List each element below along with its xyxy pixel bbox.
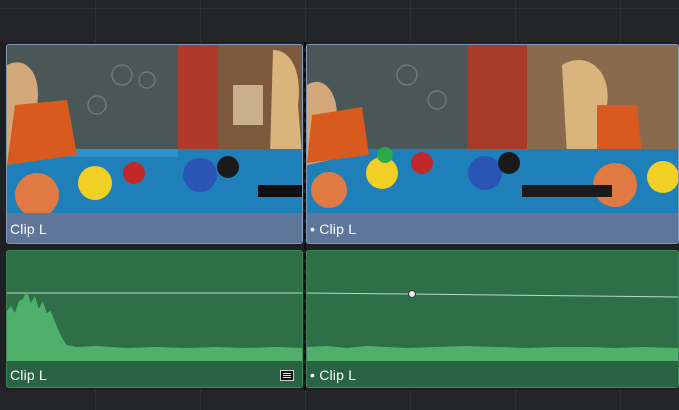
- thumbnail-frame: [467, 45, 678, 213]
- empty-track-lane-bottom: [0, 390, 679, 410]
- audio-clip-label: Clip L: [10, 367, 47, 383]
- video-clip-label: • Clip L: [310, 221, 357, 237]
- thumbnail-frame: [178, 45, 302, 213]
- volume-keyframe[interactable]: [408, 290, 416, 298]
- audio-clip-2[interactable]: • Clip L: [306, 250, 679, 388]
- audio-label-strip: • Clip L: [307, 361, 678, 387]
- audio-clip-1[interactable]: Clip L: [6, 250, 303, 388]
- edit-point-line[interactable]: [304, 42, 306, 390]
- video-clip-2-thumbnails: [307, 45, 678, 213]
- video-clip-1-thumbnails: [7, 45, 302, 213]
- clip-menu-icon[interactable]: [280, 370, 294, 381]
- video-clip-1[interactable]: Clip L: [6, 44, 303, 244]
- audio-waveform: [307, 292, 678, 363]
- timeline-editor: Clip L • Clip L Clip L • Clip L: [0, 0, 679, 410]
- audio-clip-label: • Clip L: [310, 367, 357, 383]
- audio-label-strip: Clip L: [7, 361, 302, 387]
- video-clip-label: Clip L: [10, 221, 47, 237]
- thumbnail-frame: [307, 45, 467, 213]
- thumbnail-frame: [7, 45, 178, 213]
- empty-track-lane-top: [0, 0, 679, 42]
- video-clip-2[interactable]: • Clip L: [306, 44, 679, 244]
- audio-waveform: [7, 291, 302, 363]
